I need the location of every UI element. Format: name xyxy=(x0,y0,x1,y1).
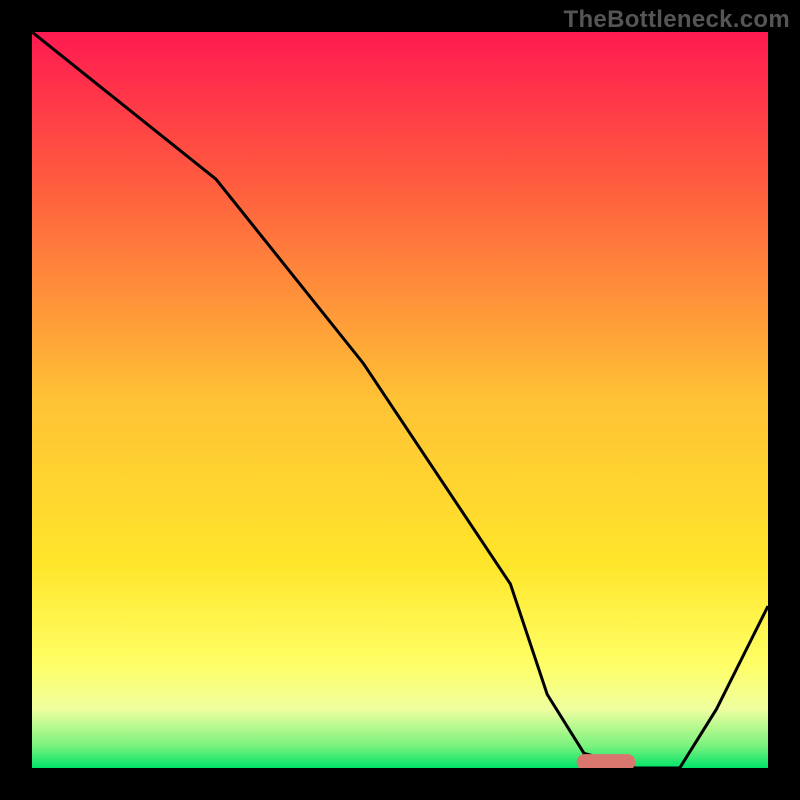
plot-area xyxy=(32,32,768,768)
bottleneck-curve xyxy=(32,32,768,768)
watermark-text: TheBottleneck.com xyxy=(564,6,790,34)
curve-layer xyxy=(32,32,768,768)
optimal-marker xyxy=(577,754,636,768)
chart-container: TheBottleneck.com xyxy=(0,0,800,800)
